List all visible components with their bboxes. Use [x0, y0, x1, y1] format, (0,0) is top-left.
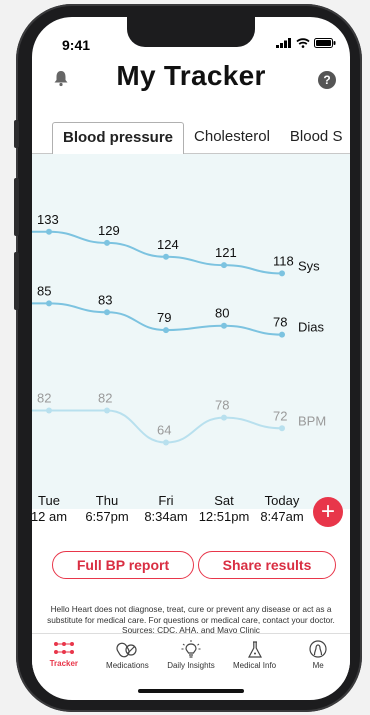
volume-down-button — [14, 252, 19, 310]
wifi-icon — [296, 38, 310, 48]
x-axis-day-label: Thu — [96, 493, 118, 508]
flask-icon — [247, 641, 262, 658]
tab-blood-pressure[interactable]: Blood pressure — [52, 122, 185, 154]
battery-icon — [314, 38, 336, 48]
data-label: 133 — [37, 212, 59, 227]
tabbar-item-me[interactable]: Me — [288, 634, 348, 682]
data-label: 64 — [157, 423, 171, 438]
series-name-label: Dias — [298, 320, 325, 335]
data-label: 80 — [215, 306, 229, 321]
data-point — [46, 228, 52, 235]
data-point — [104, 309, 110, 316]
bottom-tab-bar: Tracker Medications Daily Insights Medic… — [32, 633, 350, 682]
x-axis-day-label: Today — [265, 493, 300, 508]
tabbar-label: Daily Insights — [167, 661, 215, 670]
tab-blood-sugar[interactable]: Blood S — [280, 128, 350, 153]
x-axis-day-label: Tue — [38, 493, 60, 508]
data-label: 72 — [273, 408, 287, 423]
x-axis-time-label: 6:57pm — [85, 509, 128, 524]
data-point — [279, 270, 285, 277]
tabbar-item-daily-insights[interactable]: Daily Insights — [161, 634, 221, 682]
notch — [127, 17, 255, 47]
data-label: 82 — [98, 391, 112, 406]
side-button — [14, 120, 19, 148]
head-icon — [309, 640, 327, 658]
data-point — [221, 322, 227, 329]
status-time: 9:41 — [62, 37, 91, 53]
x-axis-time-label: 8:47am — [260, 509, 303, 524]
tab-cholesterol[interactable]: Cholesterol — [184, 128, 280, 153]
data-label: 124 — [157, 237, 179, 252]
x-axis-time-label: 12 am — [32, 509, 67, 524]
signal-icon — [276, 38, 291, 48]
tabbar-item-medical-info[interactable]: Medical Info — [225, 634, 285, 682]
bp-chart-svg: 133 129 124 121 118 Sys 85 83 79 80 78 Dias 82 82 64 78… — [32, 212, 326, 524]
tabbar-label: Me — [312, 661, 324, 670]
tabbar-item-tracker[interactable]: Tracker — [34, 634, 94, 682]
data-label: 129 — [98, 223, 120, 238]
data-point — [163, 253, 169, 260]
data-point — [279, 425, 285, 432]
bp-chart: 133 129 124 121 118 Sys 85 83 79 80 78 Dias 82 82 64 78… — [32, 154, 350, 524]
data-point — [46, 300, 52, 307]
x-axis-time-label: 12:51pm — [199, 509, 250, 524]
data-point — [279, 331, 285, 338]
help-icon[interactable]: ? — [318, 71, 336, 89]
x-axis-day-label: Sat — [214, 493, 234, 508]
data-label: 78 — [215, 398, 229, 413]
tabbar-label: Medical Info — [233, 661, 277, 670]
data-point — [104, 239, 110, 246]
data-point — [163, 439, 169, 446]
tracker-icon — [53, 642, 74, 654]
tab-bar: Blood pressure Cholesterol Blood S — [32, 122, 350, 154]
x-axis-time-label: 8:34am — [144, 509, 187, 524]
volume-up-button — [14, 178, 19, 236]
home-indicator — [138, 689, 244, 693]
data-label: 121 — [215, 245, 237, 260]
status-icons — [276, 38, 336, 48]
data-point — [221, 262, 227, 269]
pills-icon — [116, 642, 137, 658]
data-point — [104, 407, 110, 414]
full-bp-report-button[interactable]: Full BP report — [52, 551, 194, 579]
series-name-label: BPM — [298, 413, 326, 428]
data-label: 85 — [37, 283, 51, 298]
app-screen: 9:41 My Tracker ? Blood pressure Cholest… — [32, 17, 350, 700]
data-point — [46, 407, 52, 414]
data-label: 79 — [157, 310, 171, 325]
series-name-label: Sys — [298, 258, 320, 273]
data-label: 78 — [273, 315, 287, 330]
page-title: My Tracker — [116, 60, 266, 91]
tabbar-label: Tracker — [49, 659, 79, 668]
data-label: 118 — [273, 253, 294, 268]
x-axis-day-label: Fri — [158, 493, 173, 508]
data-label: 82 — [37, 391, 51, 406]
data-label: 83 — [98, 292, 112, 307]
tabbar-item-medications[interactable]: Medications — [97, 634, 157, 682]
share-results-button[interactable]: Share results — [198, 551, 336, 579]
add-reading-button[interactable]: + — [313, 497, 343, 527]
data-point — [221, 414, 227, 421]
lightbulb-icon — [181, 640, 201, 658]
disclaimer: Hello Heart does not diagnose, treat, cu… — [46, 604, 336, 636]
data-point — [163, 327, 169, 334]
tabbar-label: Medications — [106, 661, 149, 670]
